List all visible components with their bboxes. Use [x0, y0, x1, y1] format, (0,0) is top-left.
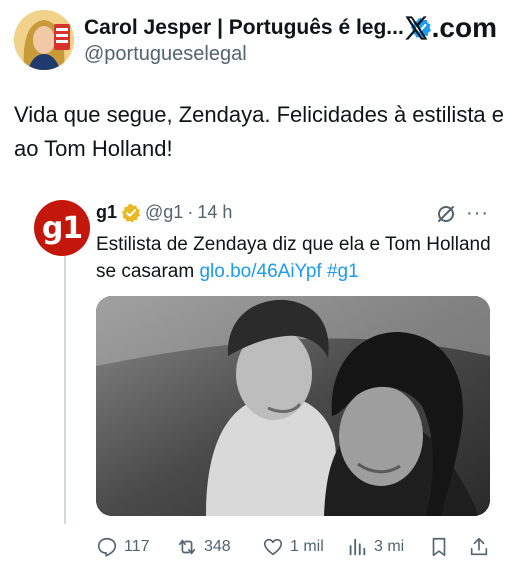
grok-icon[interactable]: [436, 204, 456, 224]
quoted-tweet-header: g1 @g1 · 14 h: [96, 202, 232, 223]
quoted-link[interactable]: glo.bo/46AiYpf: [199, 261, 321, 282]
more-options-icon[interactable]: ···: [466, 202, 489, 225]
like-action[interactable]: 1 mil: [262, 536, 324, 558]
x-brand: .com: [402, 12, 497, 44]
views-chart-icon: [349, 538, 366, 556]
x-logo-icon: [404, 16, 428, 40]
views-action[interactable]: 3 mi: [346, 536, 404, 558]
quoted-media-image[interactable]: [96, 296, 490, 516]
author-avatar[interactable]: [14, 10, 74, 70]
gold-verified-badge-icon: [121, 203, 141, 222]
reply-count: 117: [124, 538, 150, 555]
g1-avatar-text: g1: [41, 210, 83, 246]
author-name[interactable]: Carol Jesper | Português é leg...: [84, 16, 404, 40]
share-icon[interactable]: [468, 536, 490, 558]
like-count: 1 mil: [290, 538, 324, 555]
author-name-row[interactable]: Carol Jesper | Português é leg...: [84, 16, 432, 40]
tweet-text: Vida que segue, Zendaya. Felicidades à e…: [14, 102, 505, 161]
reply-icon: [97, 537, 117, 557]
g1-avatar[interactable]: g1: [34, 200, 90, 256]
quoted-author-handle[interactable]: @g1: [145, 202, 183, 223]
reply-action[interactable]: 117: [96, 536, 150, 558]
quoted-timestamp[interactable]: 14 h: [197, 202, 232, 223]
views-count: 3 mi: [374, 538, 405, 555]
quoted-tweet-text: Estilista de Zendaya diz que ela e Tom H…: [96, 231, 496, 285]
action-bar: 117 348 1 mil 3 mi: [96, 536, 496, 560]
author-handle[interactable]: @portugueselegal: [84, 43, 247, 66]
dot-separator: ·: [187, 202, 194, 222]
tweet-header: Carol Jesper | Português é leg... @portu…: [0, 0, 515, 80]
thread-connector-line: [64, 254, 66, 524]
quoted-hashtag[interactable]: #g1: [327, 261, 359, 282]
heart-icon: [263, 538, 283, 556]
repost-icon: [178, 539, 196, 555]
repost-count: 348: [204, 538, 231, 555]
quoted-author-name[interactable]: g1: [96, 202, 117, 223]
x-brand-label: .com: [431, 12, 497, 43]
repost-action[interactable]: 348: [176, 536, 231, 558]
bookmark-icon[interactable]: [428, 536, 450, 558]
